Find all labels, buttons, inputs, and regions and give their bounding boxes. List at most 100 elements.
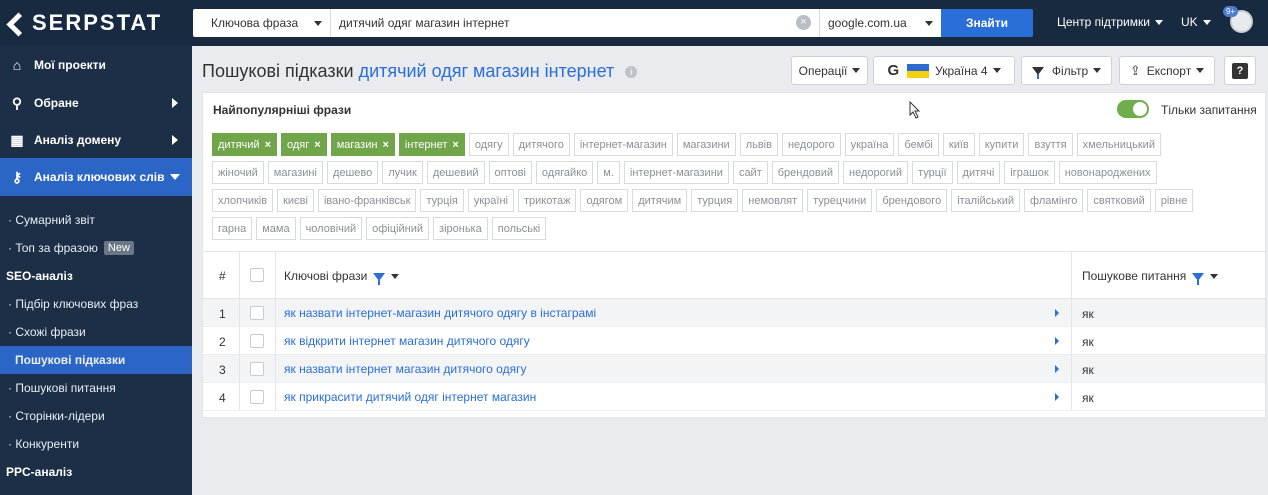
- tag[interactable]: недорогий: [843, 161, 909, 184]
- support-menu[interactable]: Центр підтримки: [1057, 15, 1163, 29]
- sidebar-item-summary[interactable]: · Сумарний звіт: [0, 206, 192, 234]
- tag[interactable]: іграшок: [1004, 161, 1055, 184]
- sidebar-item-projects[interactable]: ⌂ Мої проекти: [0, 46, 192, 84]
- row-checkbox[interactable]: [250, 362, 264, 376]
- tag[interactable]: сайт: [732, 161, 768, 184]
- tag[interactable]: турції: [912, 161, 953, 184]
- expand-icon[interactable]: [1055, 337, 1059, 345]
- keyword-link[interactable]: як назвати інтернет-магазин дитячого одя…: [284, 306, 596, 320]
- info-icon[interactable]: i: [625, 66, 638, 79]
- filter-icon[interactable]: [1192, 272, 1205, 285]
- tag[interactable]: турція: [420, 189, 464, 212]
- tag[interactable]: взуття: [1028, 133, 1073, 156]
- operations-button[interactable]: Операції: [791, 56, 868, 85]
- row-checkbox[interactable]: [250, 334, 264, 348]
- selected-tag[interactable]: інтернет ×: [398, 133, 465, 156]
- search-engine-select[interactable]: google.com.ua: [819, 9, 941, 37]
- filter-button[interactable]: Фільтр: [1021, 56, 1112, 85]
- questions-only-toggle[interactable]: [1117, 100, 1149, 118]
- export-button[interactable]: ⇪ Експорт: [1119, 56, 1215, 85]
- tag[interactable]: рівне: [1154, 189, 1194, 212]
- remove-tag-icon[interactable]: ×: [382, 139, 388, 151]
- select-all-checkbox[interactable]: [250, 268, 264, 282]
- tag[interactable]: інтернет-магазин: [573, 133, 673, 156]
- tag[interactable]: україна: [844, 133, 895, 156]
- tag[interactable]: львів: [739, 133, 778, 156]
- tag[interactable]: оптові: [488, 161, 532, 184]
- sidebar-item-keyword-analysis[interactable]: ⚷ Аналіз ключових слів: [0, 158, 192, 196]
- tag[interactable]: дитячим: [632, 189, 688, 212]
- sidebar-item-favorites[interactable]: ⚲ Обране: [0, 84, 192, 121]
- sidebar-item-search-questions[interactable]: · Пошукові питання: [0, 374, 192, 402]
- chevron-down-icon[interactable]: [391, 274, 400, 280]
- tag[interactable]: новонароджених: [1058, 161, 1157, 184]
- tag[interactable]: хмельницький: [1076, 133, 1161, 156]
- tag[interactable]: магазини: [676, 133, 736, 156]
- tag[interactable]: київ: [942, 133, 975, 156]
- tag[interactable]: фламінго: [1024, 189, 1084, 212]
- language-menu[interactable]: UK: [1181, 15, 1211, 29]
- tag[interactable]: італійський: [951, 189, 1021, 212]
- tag[interactable]: інтернет-магазини: [623, 161, 729, 184]
- tag[interactable]: одягу: [468, 133, 509, 156]
- remove-tag-icon[interactable]: ×: [265, 139, 271, 151]
- tag[interactable]: немовлят: [742, 189, 804, 212]
- tag[interactable]: дешево: [326, 161, 379, 184]
- avatar[interactable]: 9+: [1223, 6, 1253, 33]
- tag[interactable]: івано-франківськ: [317, 189, 417, 212]
- tag[interactable]: одягом: [580, 189, 629, 212]
- tag[interactable]: одягайко: [535, 161, 594, 184]
- sidebar-item-keyword-selection[interactable]: · Підбір ключових фраз: [0, 290, 192, 318]
- sidebar-item-search-suggestions[interactable]: Пошукові підказки: [0, 346, 192, 374]
- clear-icon[interactable]: ×: [796, 15, 811, 30]
- expand-icon[interactable]: [1055, 309, 1059, 317]
- tag[interactable]: недорого: [781, 133, 841, 156]
- keyword-link[interactable]: як відкрити інтернет магазин дитячого од…: [284, 334, 530, 348]
- tag[interactable]: офіційний: [366, 217, 430, 240]
- keyword-link[interactable]: як назвати інтернет магазин дитячого одя…: [284, 362, 526, 376]
- help-button[interactable]: ?: [1224, 56, 1256, 85]
- selected-tag[interactable]: одяг ×: [281, 133, 327, 156]
- row-checkbox[interactable]: [250, 306, 264, 320]
- remove-tag-icon[interactable]: ×: [452, 139, 458, 151]
- chevron-down-icon[interactable]: [1210, 274, 1219, 280]
- selected-tag[interactable]: дитячий ×: [212, 133, 278, 156]
- sidebar-item-domain-analysis[interactable]: ▦ Аналіз домену: [0, 121, 192, 158]
- search-input[interactable]: дитячий одяг магазин інтернет ×: [331, 9, 819, 37]
- tag[interactable]: лучик: [382, 161, 423, 184]
- tag[interactable]: жіночий: [212, 161, 264, 184]
- region-select[interactable]: G Україна 4: [873, 56, 1015, 85]
- column-header-question[interactable]: Пошукове питання: [1082, 269, 1219, 285]
- tag[interactable]: хлопчиків: [212, 189, 274, 212]
- row-checkbox[interactable]: [250, 390, 264, 404]
- tag[interactable]: магазині: [267, 161, 323, 184]
- filter-icon[interactable]: [373, 272, 386, 285]
- tag[interactable]: польські: [491, 217, 547, 240]
- expand-icon[interactable]: [1055, 393, 1059, 401]
- tag[interactable]: чоловічий: [299, 217, 363, 240]
- sidebar-item-competitors[interactable]: · Конкуренти: [0, 430, 192, 458]
- tag[interactable]: дитячого: [512, 133, 570, 156]
- tag[interactable]: турция: [691, 189, 739, 212]
- tag[interactable]: купити: [978, 133, 1025, 156]
- tag[interactable]: гарна: [212, 217, 253, 240]
- expand-icon[interactable]: [1055, 365, 1059, 373]
- tag[interactable]: святковий: [1087, 189, 1151, 212]
- remove-tag-icon[interactable]: ×: [314, 139, 320, 151]
- search-button[interactable]: Знайти: [941, 9, 1033, 37]
- tag[interactable]: бембі: [898, 133, 939, 156]
- sidebar-item-similar-phrases[interactable]: · Схожі фрази: [0, 318, 192, 346]
- tag[interactable]: брендового: [876, 189, 948, 212]
- tag[interactable]: турецчини: [807, 189, 873, 212]
- tag[interactable]: мама: [256, 217, 296, 240]
- logo[interactable]: SERPSTAT: [8, 10, 162, 36]
- tag[interactable]: трикотаж: [517, 189, 577, 212]
- tag[interactable]: дитячі: [956, 161, 1001, 184]
- tag[interactable]: брендовий: [771, 161, 840, 184]
- column-header-keywords[interactable]: Ключові фрази: [284, 269, 400, 285]
- tag[interactable]: м.: [597, 161, 620, 184]
- tag[interactable]: дешевий: [426, 161, 485, 184]
- keyword-link[interactable]: як прикрасити дитячий одяг інтернет мага…: [284, 390, 536, 404]
- tag[interactable]: україні: [467, 189, 514, 212]
- sidebar-item-top-by-phrase[interactable]: · Топ за фразою New: [0, 234, 192, 262]
